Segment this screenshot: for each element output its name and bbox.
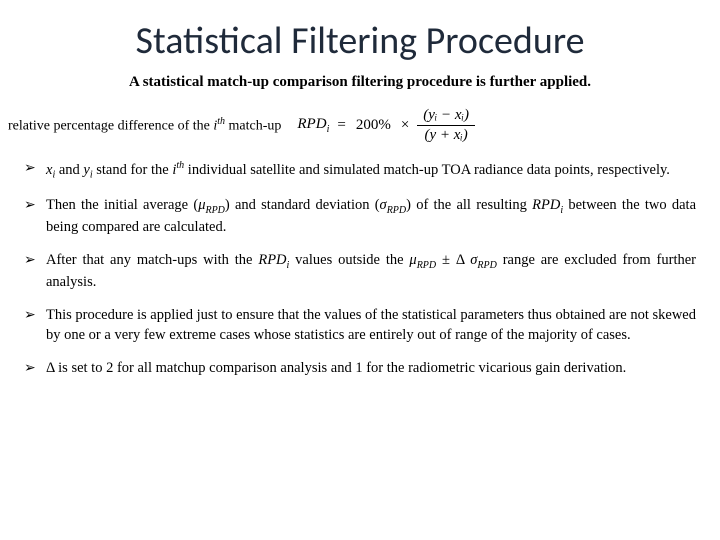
bullet-4: This procedure is applied just to ensure… bbox=[24, 306, 696, 345]
rpd-label-prefix: relative percentage difference of the bbox=[8, 118, 213, 133]
b1-standfor: stand for the bbox=[93, 162, 173, 178]
b3-a: After that any match-ups with the bbox=[46, 252, 258, 268]
b3-mu: μ bbox=[409, 252, 416, 268]
rpd-formula: RPDi = 200% × (yᵢ − xᵢ) (y + xᵢ) bbox=[297, 107, 475, 143]
rpd-label: relative percentage difference of the it… bbox=[8, 116, 281, 135]
b3-mu-sub: RPD bbox=[417, 260, 436, 271]
b1-and: and bbox=[55, 162, 83, 178]
bullet-3: After that any match-ups with the RPDi v… bbox=[24, 251, 696, 292]
b1-rest: individual satellite and simulated match… bbox=[184, 162, 670, 178]
b2-g: ) of the all resulting bbox=[406, 197, 532, 213]
formula-lhs-sub: i bbox=[327, 124, 330, 135]
b2-d: ) and standard deviation ( bbox=[225, 197, 380, 213]
b3-rpd: RPD bbox=[258, 252, 286, 268]
formula-eq: = bbox=[335, 117, 347, 134]
b1-th: th bbox=[176, 160, 184, 171]
rpd-definition-row: relative percentage difference of the i t… bbox=[0, 101, 720, 153]
formula-bar bbox=[417, 125, 475, 126]
b2-sigma: σ bbox=[380, 197, 387, 213]
bullet-2: Then the initial average (μRPD) and stan… bbox=[24, 196, 696, 237]
formula-times: × bbox=[399, 117, 411, 134]
formula-lhs-var: RPD bbox=[297, 116, 326, 132]
b2-rpd: RPD bbox=[532, 197, 560, 213]
formula-coef: 200% bbox=[354, 117, 393, 134]
b3-sigma-sub: RPD bbox=[477, 260, 496, 271]
bullet-5: Δ is set to 2 for all matchup comparison… bbox=[24, 359, 696, 379]
rpd-label-suffix: match-up bbox=[225, 118, 281, 133]
rpd-label-th: th bbox=[217, 116, 225, 127]
formula-denominator: (y + xᵢ) bbox=[418, 127, 473, 144]
b2-a: Then the initial average ( bbox=[46, 197, 198, 213]
slide-title: Statistical Filtering Procedure bbox=[0, 0, 720, 70]
b3-pm: ± Δ bbox=[436, 252, 470, 268]
bullet-list: xi and yi stand for the ith individual s… bbox=[0, 153, 720, 379]
formula-numerator: (yᵢ − xᵢ) bbox=[417, 107, 475, 124]
formula-fraction: (yᵢ − xᵢ) (y + xᵢ) bbox=[417, 107, 475, 143]
bullet-1: xi and yi stand for the ith individual s… bbox=[24, 159, 696, 182]
b2-sigma-sub: RPD bbox=[387, 205, 406, 216]
b2-mu-sub: RPD bbox=[205, 205, 224, 216]
slide-subtitle: A statistical match-up comparison filter… bbox=[0, 70, 720, 101]
b3-d: values outside the bbox=[289, 252, 409, 268]
